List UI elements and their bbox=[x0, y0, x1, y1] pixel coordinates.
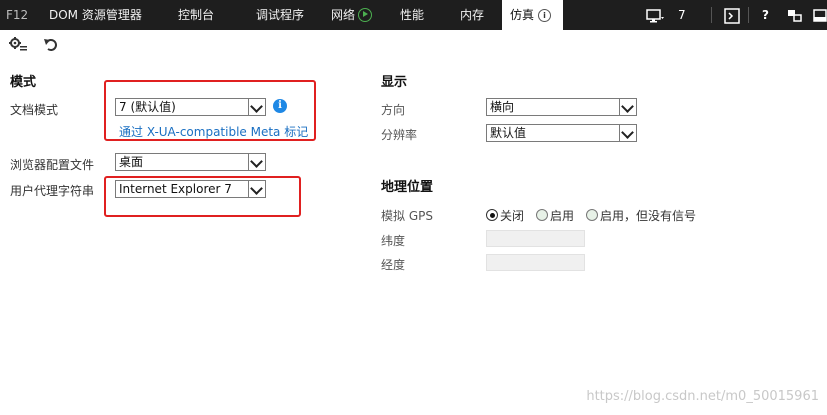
browser-profile-label: 浏览器配置文件 bbox=[10, 158, 95, 172]
resolution-value: 默认值 bbox=[490, 126, 527, 140]
mode-heading: 模式 bbox=[10, 75, 37, 90]
gps-no-signal-radio[interactable] bbox=[586, 209, 598, 221]
gps-on-label: 启用 bbox=[550, 209, 575, 223]
resolution-select[interactable]: 默认值 bbox=[486, 124, 637, 142]
gps-no-signal-label: 启用，但没有信号 bbox=[600, 209, 697, 223]
longitude-label: 经度 bbox=[381, 258, 406, 272]
geolocation-heading: 地理位置 bbox=[381, 180, 434, 195]
info-icon: i bbox=[538, 9, 552, 22]
dock-icon bbox=[813, 8, 827, 22]
simulate-gps-label: 模拟 GPS bbox=[381, 209, 433, 223]
highlight-box bbox=[104, 176, 301, 217]
tab-emulation-label: 仿真 bbox=[510, 8, 535, 22]
orientation-select[interactable]: 横向 bbox=[486, 98, 637, 116]
orientation-value: 横向 bbox=[490, 100, 515, 114]
tab-console[interactable]: 控制台 bbox=[178, 0, 214, 30]
browser-profile-value: 桌面 bbox=[119, 155, 144, 169]
browser-profile-select[interactable]: 桌面 bbox=[115, 153, 266, 171]
gps-on-radio[interactable] bbox=[536, 209, 548, 221]
gps-off-label: 关闭 bbox=[500, 209, 525, 223]
help-button[interactable]: ? bbox=[762, 0, 769, 30]
tab-network-label: 网络 bbox=[331, 8, 356, 22]
tab-performance[interactable]: 性能 bbox=[400, 0, 424, 30]
latitude-input[interactable] bbox=[486, 230, 585, 247]
tab-debugger[interactable]: 调试程序 bbox=[256, 0, 304, 30]
f12-label: F12 bbox=[6, 8, 29, 22]
doc-mode-label: 文档模式 bbox=[10, 103, 59, 117]
orientation-label: 方向 bbox=[381, 103, 406, 117]
target-count: 7 bbox=[678, 8, 686, 22]
divider bbox=[711, 7, 712, 23]
undo-icon bbox=[44, 39, 57, 51]
console-icon bbox=[724, 7, 740, 24]
dock-button[interactable] bbox=[813, 0, 827, 30]
chevron-down-icon bbox=[619, 125, 636, 141]
tab-network[interactable]: 网络 bbox=[331, 0, 373, 30]
undock-icon bbox=[788, 9, 802, 22]
console-toggle-button[interactable] bbox=[724, 0, 740, 30]
monitor-icon bbox=[646, 8, 664, 22]
undock-button[interactable] bbox=[787, 0, 803, 30]
chevron-down-icon bbox=[619, 99, 636, 115]
highlight-box bbox=[104, 80, 316, 141]
longitude-input[interactable] bbox=[486, 254, 585, 271]
tab-dom-explorer[interactable]: DOM 资源管理器 bbox=[49, 0, 142, 30]
play-icon bbox=[358, 7, 373, 22]
display-heading: 显示 bbox=[381, 75, 408, 90]
reset-button[interactable] bbox=[42, 36, 62, 54]
latitude-label: 纬度 bbox=[381, 234, 406, 248]
divider bbox=[748, 7, 749, 23]
devtools-tab-bar: F12 DOM 资源管理器 控制台 调试程序 网络 性能 内存 仿真 i 7 ? bbox=[0, 0, 827, 30]
resolution-label: 分辨率 bbox=[381, 128, 418, 142]
user-agent-label: 用户代理字符串 bbox=[10, 184, 95, 198]
emulation-toolbar bbox=[0, 30, 827, 60]
gps-off-radio[interactable] bbox=[486, 209, 498, 221]
gear-icon bbox=[9, 37, 27, 51]
tab-emulation[interactable]: 仿真 i bbox=[502, 0, 563, 30]
tab-memory[interactable]: 内存 bbox=[460, 0, 484, 30]
settings-button[interactable] bbox=[8, 36, 28, 54]
watermark: https://blog.csdn.net/m0_50015961 bbox=[586, 389, 819, 404]
chevron-down-icon bbox=[248, 154, 265, 170]
target-selector[interactable] bbox=[646, 0, 664, 30]
